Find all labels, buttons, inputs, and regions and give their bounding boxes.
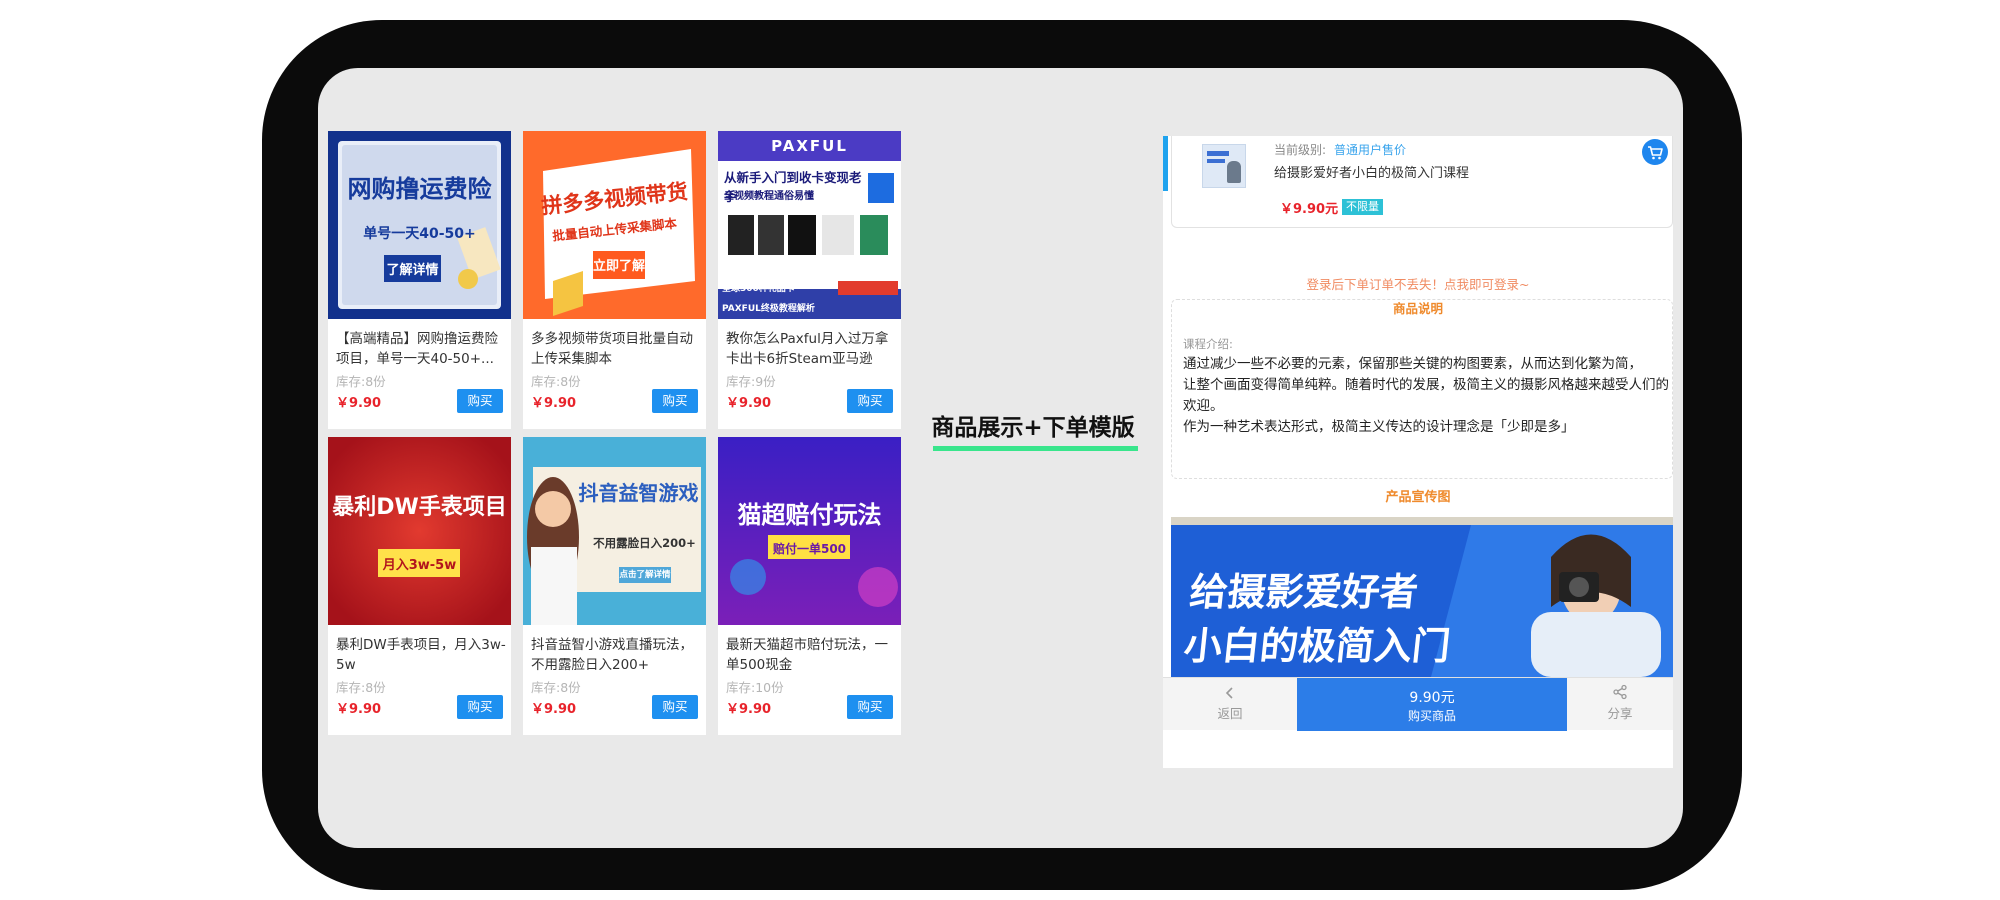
limit-badge: 不限量: [1342, 199, 1383, 215]
product-price: ￥9.90: [336, 702, 382, 717]
description-line: 让整个画面变得简单纯粹。随着时代的发展，极简主义的摄影风格越来越受人们的: [1183, 377, 1669, 393]
poster-subline: 月入3w-5w: [382, 558, 457, 573]
promo-text: 给摄影爱好者 小白的极简入门: [1181, 565, 1458, 673]
poster-subline: 单号一天40-50+: [363, 226, 476, 242]
buy-button[interactable]: 购买: [847, 695, 893, 719]
product-thumbnail[interactable]: 暴利DW手表项目 月入3w-5w: [328, 437, 511, 625]
product-card[interactable]: 暴利DW手表项目 月入3w-5w 暴利DW手表项目，月入3w-5w 库存:8份 …: [328, 437, 511, 735]
promo-heading: 产品宣传图: [1385, 490, 1451, 505]
product-title[interactable]: 【高端精品】网购撸运费险项目，单号一天40-50+...: [336, 329, 506, 369]
poster-tag: 全球300种礼品卡: [722, 284, 795, 294]
buy-label: 购买商品: [1407, 709, 1456, 723]
promo-image: 给摄影爱好者 小白的极简入门: [1171, 517, 1673, 677]
description-line: 欢迎。: [1183, 398, 1224, 414]
product-stock: 库存:10份: [726, 680, 784, 695]
poster-subline: 赔付一单500: [772, 542, 847, 556]
login-tip-link[interactable]: 登录后下单订单不丢失！点我即可登录~: [1163, 274, 1673, 293]
product-price: ￥9.90元: [1280, 202, 1339, 217]
back-button[interactable]: 返回: [1163, 678, 1297, 731]
cart-icon[interactable]: [1642, 139, 1668, 165]
buy-button[interactable]: 购买: [652, 695, 698, 719]
product-title[interactable]: 抖音益智小游戏直播玩法，不用露脸日入200+: [531, 635, 701, 675]
product-price: ￥9.90: [726, 396, 772, 411]
bottom-action-bar: 返回 9.90元 购买商品 分享: [1163, 677, 1673, 731]
product-price: ￥9.90: [531, 702, 577, 717]
product-thumbnail[interactable]: PAXFUL 从新手入门到收卡变现老手 全视频教程通俗易懂 全球300种礼品卡 …: [718, 131, 901, 319]
product-thumbnail[interactable]: 拼多多视频带货 批量自动上传采集脚本 立即了解: [523, 131, 706, 319]
title-underline: [933, 446, 1138, 451]
description-heading: 商品说明: [1386, 301, 1449, 316]
chevron-left-icon: [1225, 687, 1233, 699]
buy-now-button[interactable]: 9.90元 购买商品: [1297, 678, 1567, 731]
product-card[interactable]: PAXFUL 从新手入门到收卡变现老手 全视频教程通俗易懂 全球300种礼品卡 …: [718, 131, 901, 429]
product-title[interactable]: 暴利DW手表项目，月入3w-5w: [336, 635, 506, 675]
product-stock: 库存:9份: [726, 374, 776, 389]
poster-headline: 网购撸运费险: [347, 175, 492, 203]
level-value: 普通用户售价: [1334, 143, 1407, 157]
share-icon: [1613, 684, 1627, 700]
course-description: 通过减少一些不必要的元素，保留那些关键的构图要素，从而达到化繁为简， 让整个画面…: [1183, 354, 1669, 438]
product-price: ￥9.90: [336, 396, 382, 411]
share-button[interactable]: 分享: [1567, 678, 1673, 731]
poster-cta: 了解详情: [384, 255, 441, 282]
product-name: 给摄影爱好者小白的极简入门课程: [1274, 166, 1470, 181]
product-price: ￥9.90: [531, 396, 577, 411]
description-line: 作为一种艺术表达形式，极简主义传达的设计理念是「少即是多」: [1183, 419, 1575, 435]
buy-button[interactable]: 购买: [457, 695, 503, 719]
poster-cta: 立即了解: [593, 259, 646, 274]
product-card[interactable]: 抖音益智游戏 不用露脸日入200+ 点击了解详情 抖音益智小游戏直播玩法，不用露…: [523, 437, 706, 735]
poster-headline: 猫超赔付玩法: [737, 501, 882, 529]
product-detail-page: 当前级别: 普通用户售价 给摄影爱好者小白的极简入门课程 ￥9.90元 不限量 登…: [1163, 136, 1673, 768]
share-label: 分享: [1607, 706, 1633, 721]
description-line: 通过减少一些不必要的元素，保留那些关键的构图要素，从而达到化繁为简，: [1183, 356, 1642, 372]
product-grid: 网购撸运费险 单号一天40-50+ 了解详情 【高端精品】网购撸运费险项目，单号…: [328, 131, 908, 735]
product-card[interactable]: 拼多多视频带货 批量自动上传采集脚本 立即了解 多多视频带货项目批量自动上传采集…: [523, 131, 706, 429]
poster-headline: 抖音益智游戏: [578, 481, 699, 505]
promo-line: 小白的极简入门: [1181, 624, 1453, 668]
product-price: ￥9.90: [726, 702, 772, 717]
product-summary: 当前级别: 普通用户售价 给摄影爱好者小白的极简入门课程 ￥9.90元 不限量: [1171, 136, 1673, 228]
course-label: 课程介绍:: [1183, 337, 1233, 351]
buy-button[interactable]: 购买: [652, 389, 698, 413]
buy-button[interactable]: 购买: [457, 389, 503, 413]
poster-headline: 暴利DW手表项目: [332, 495, 507, 520]
product-title[interactable]: 教你怎么Paxful月入过万拿卡出卡6折Steam亚马逊: [726, 329, 896, 369]
product-thumbnail[interactable]: 抖音益智游戏 不用露脸日入200+ 点击了解详情: [523, 437, 706, 625]
accent-bar: [1163, 136, 1168, 191]
poster-subline: 不用露脸日入200+: [593, 536, 696, 550]
product-thumbnail: [1202, 144, 1246, 188]
product-thumbnail[interactable]: 猫超赔付玩法 赔付一单500: [718, 437, 901, 625]
product-title[interactable]: 多多视频带货项目批量自动上传采集脚本: [531, 329, 701, 369]
poster-cta: 点击了解详情: [619, 570, 671, 580]
tablet-screen: 网购撸运费险 单号一天40-50+ 了解详情 【高端精品】网购撸运费险项目，单号…: [318, 68, 1683, 848]
buy-button[interactable]: 购买: [847, 389, 893, 413]
product-card[interactable]: 网购撸运费险 单号一天40-50+ 了解详情 【高端精品】网购撸运费险项目，单号…: [328, 131, 511, 429]
user-level: 当前级别: 普通用户售价: [1274, 141, 1406, 158]
product-title[interactable]: 最新天猫超市赔付玩法，一单500现金: [726, 635, 896, 675]
poster-brand: PAXFUL: [771, 137, 848, 155]
product-stock: 库存:8份: [336, 680, 386, 695]
product-stock: 库存:8份: [531, 680, 581, 695]
promo-line: 给摄影爱好者: [1187, 570, 1421, 614]
product-thumbnail[interactable]: 网购撸运费险 单号一天40-50+ 了解详情: [328, 131, 511, 319]
product-stock: 库存:8份: [531, 374, 581, 389]
product-stock: 库存:8份: [336, 374, 386, 389]
template-title: 商品展示+下单模版: [931, 415, 1135, 441]
poster-subline: 全视频教程通俗易懂: [724, 191, 814, 202]
buy-price: 9.90元: [1409, 690, 1455, 706]
product-card[interactable]: 猫超赔付玩法 赔付一单500 最新天猫超市赔付玩法，一单500现金 库存:10份…: [718, 437, 901, 735]
poster-footer: PAXFUL终极教程解析: [722, 304, 815, 314]
level-label: 当前级别:: [1274, 143, 1327, 157]
back-label: 返回: [1217, 706, 1243, 721]
